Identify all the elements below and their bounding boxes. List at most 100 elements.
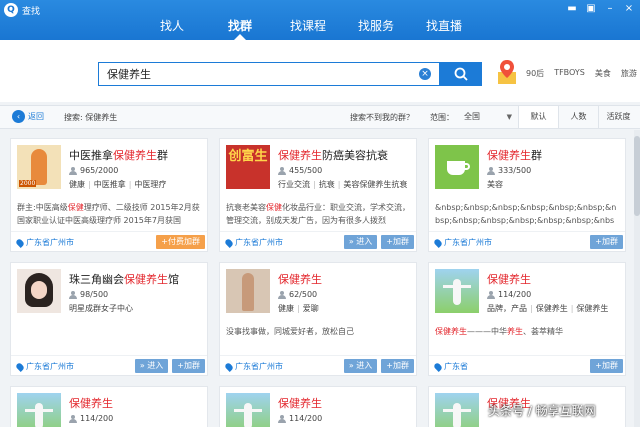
chevron-down-icon: ▼	[506, 113, 512, 121]
location: 广东省广州市	[433, 237, 492, 248]
group-card[interactable]: 创富生 保健养生防癌美容抗衰 455/500 行业交流 | 抗衰 | 美容保健养生抗衰 …	[219, 138, 417, 252]
group-tags: 健康 | 爱聊	[278, 304, 319, 313]
card-footer: 广东省广州市 » 进入 +加群	[220, 355, 416, 375]
person-icon	[278, 166, 286, 175]
group-avatar	[17, 393, 61, 427]
card-footer: 广东省 +加群	[429, 355, 625, 375]
group-card[interactable]: 珠三角幽会保健养生馆 98/500 明星成群女子中心 广东省广州市 » 进入 +加…	[10, 262, 208, 376]
app-logo-icon: Q	[4, 3, 18, 17]
location: 广东省广州市	[224, 237, 283, 248]
range-select[interactable]: 全国 ▼	[458, 109, 516, 125]
group-title[interactable]: 珠三角幽会保健养生馆	[69, 271, 179, 287]
close-icon[interactable]: ×	[624, 3, 634, 15]
minimize-icon[interactable]: –	[605, 3, 615, 15]
join-button[interactable]: +加群	[590, 235, 623, 249]
back-label: 返回	[28, 112, 44, 121]
group-title[interactable]: 保健养生	[69, 395, 113, 411]
member-count: 98/500	[69, 290, 108, 299]
top-bar: Q 查找 ▬ ▣ – × 找人 找群 找课程 找服务 找直播	[0, 0, 640, 40]
member-count: 114/200	[487, 290, 531, 299]
person-icon	[278, 414, 286, 423]
location: 广东省广州市	[15, 361, 74, 372]
member-count: 114/200	[69, 414, 113, 423]
group-tags: 明星成群女子中心	[69, 304, 133, 313]
sort-tabs: 默认 人数 活跃度	[518, 106, 638, 128]
join-button[interactable]: +加群	[381, 235, 414, 249]
main-nav: 找人 找群 找课程 找服务 找直播	[138, 14, 478, 40]
group-avatar: 创富生	[226, 145, 270, 189]
group-description: 没事找事做，同城爱好者，放松自己	[226, 327, 354, 336]
member-count: 62/500	[278, 290, 317, 299]
back-arrow-icon: ‹	[12, 110, 25, 123]
hot-tags: 90后 TFBOYS 美食 旅游	[526, 68, 637, 79]
lock-icon[interactable]: ▣	[586, 3, 596, 15]
title-bar: Q 查找	[4, 3, 40, 17]
group-title[interactable]: 中医推拿保健养生群	[69, 147, 168, 163]
sort-tab-activity[interactable]: 活跃度	[598, 106, 638, 128]
filter-bar: ‹ 返回 搜索: 保健养生 搜索不到我的群？ 范围： 全国 ▼ 默认 人数 活跃…	[0, 105, 640, 129]
search-icon	[454, 67, 468, 81]
result-grid: 2000 中医推拿保健养生群 965/2000 健康 | 中医推拿 | 中医理疗 群主:…	[0, 130, 640, 427]
tab-find-services[interactable]: 找服务	[342, 14, 410, 40]
sort-tab-members[interactable]: 人数	[558, 106, 598, 128]
card-footer: 广东省广州市 +付费加群	[11, 231, 207, 251]
group-avatar	[17, 269, 61, 313]
group-description: 群主:中医高级保健理疗师、二级技师 2015年2月获国家职业认证中医高级理疗师 …	[17, 203, 200, 225]
person-icon	[487, 166, 495, 175]
sort-tab-default[interactable]: 默认	[518, 106, 558, 128]
group-card[interactable]: 保健养生 114/200 品牌，产品 | 保健养生 | 保健养生 保健养生———中华养生…	[428, 262, 626, 376]
join-button[interactable]: +加群	[381, 359, 414, 373]
group-card[interactable]: 保健养生 62/500 健康 | 爱聊 没事找事做，同城爱好者，放松自己 广东省广州…	[219, 262, 417, 376]
group-description: &nbsp;&nbsp;&nbsp;&nbsp;&nbsp;&nbsp;&nbs…	[435, 203, 617, 225]
search-button[interactable]	[440, 62, 482, 86]
person-icon	[69, 166, 77, 175]
range-label: 范围：	[430, 113, 454, 122]
group-title[interactable]: 保健养生防癌美容抗衰	[278, 147, 388, 163]
group-title[interactable]: 保健养生	[278, 395, 322, 411]
group-title[interactable]: 保健养生	[487, 271, 531, 287]
search-area: × 90后 TFBOYS 美食 旅游	[0, 40, 640, 102]
tab-find-groups[interactable]: 找群	[206, 14, 274, 40]
range-value: 全国	[464, 112, 480, 121]
group-card[interactable]: 保健养生 114/200	[10, 386, 208, 427]
card-footer: 广东省广州市 +加群	[429, 231, 625, 251]
join-button[interactable]: +加群	[172, 359, 205, 373]
tab-find-people[interactable]: 找人	[138, 14, 206, 40]
not-found-link[interactable]: 搜索不到我的群？	[350, 112, 414, 123]
paid-join-button[interactable]: +付费加群	[156, 235, 205, 249]
group-title[interactable]: 保健养生	[278, 271, 322, 287]
group-card[interactable]: 保健养生 114/200	[219, 386, 417, 427]
tab-find-live[interactable]: 找直播	[410, 14, 478, 40]
clear-icon[interactable]: ×	[419, 68, 431, 80]
enter-button[interactable]: » 进入	[134, 359, 169, 373]
tab-find-courses[interactable]: 找课程	[274, 14, 342, 40]
scrollbar-thumb[interactable]	[634, 136, 640, 216]
hot-tag[interactable]: 旅游	[621, 68, 637, 79]
search-box: ×	[98, 62, 440, 86]
avatar-label: 2000	[19, 180, 37, 187]
location: 广东省广州市	[15, 237, 74, 248]
group-tags: 行业交流 | 抗衰 | 美容保健养生抗衰	[278, 180, 408, 189]
group-avatar	[226, 393, 270, 427]
group-avatar	[435, 393, 479, 427]
map-pin-icon[interactable]	[496, 58, 518, 86]
hot-tag[interactable]: TFBOYS	[554, 68, 585, 79]
location-pin-icon	[15, 237, 25, 248]
skin-icon[interactable]: ▬	[567, 3, 577, 15]
group-title[interactable]: 保健养生群	[487, 147, 542, 163]
search-input[interactable]	[99, 63, 409, 85]
group-card[interactable]: 保健养生群 333/500 美容 &nbsp;&nbsp;&nbsp;&nbsp…	[428, 138, 626, 252]
member-count: 965/2000	[69, 166, 118, 175]
back-button[interactable]: ‹ 返回	[12, 110, 44, 123]
hot-tag[interactable]: 美食	[595, 68, 611, 79]
group-card[interactable]: 2000 中医推拿保健养生群 965/2000 健康 | 中医推拿 | 中医理疗 群主:…	[10, 138, 208, 252]
person-icon	[487, 290, 495, 299]
location-pin-icon	[433, 237, 443, 248]
group-tags: 品牌，产品 | 保健养生 | 保健养生	[487, 304, 609, 313]
join-button[interactable]: +加群	[590, 359, 623, 373]
group-description: 保健养生———中华养生、荟萃精华	[435, 327, 563, 336]
hot-tag[interactable]: 90后	[526, 68, 544, 79]
enter-button[interactable]: » 进入	[343, 235, 378, 249]
enter-button[interactable]: » 进入	[343, 359, 378, 373]
location-pin-icon	[224, 361, 234, 372]
